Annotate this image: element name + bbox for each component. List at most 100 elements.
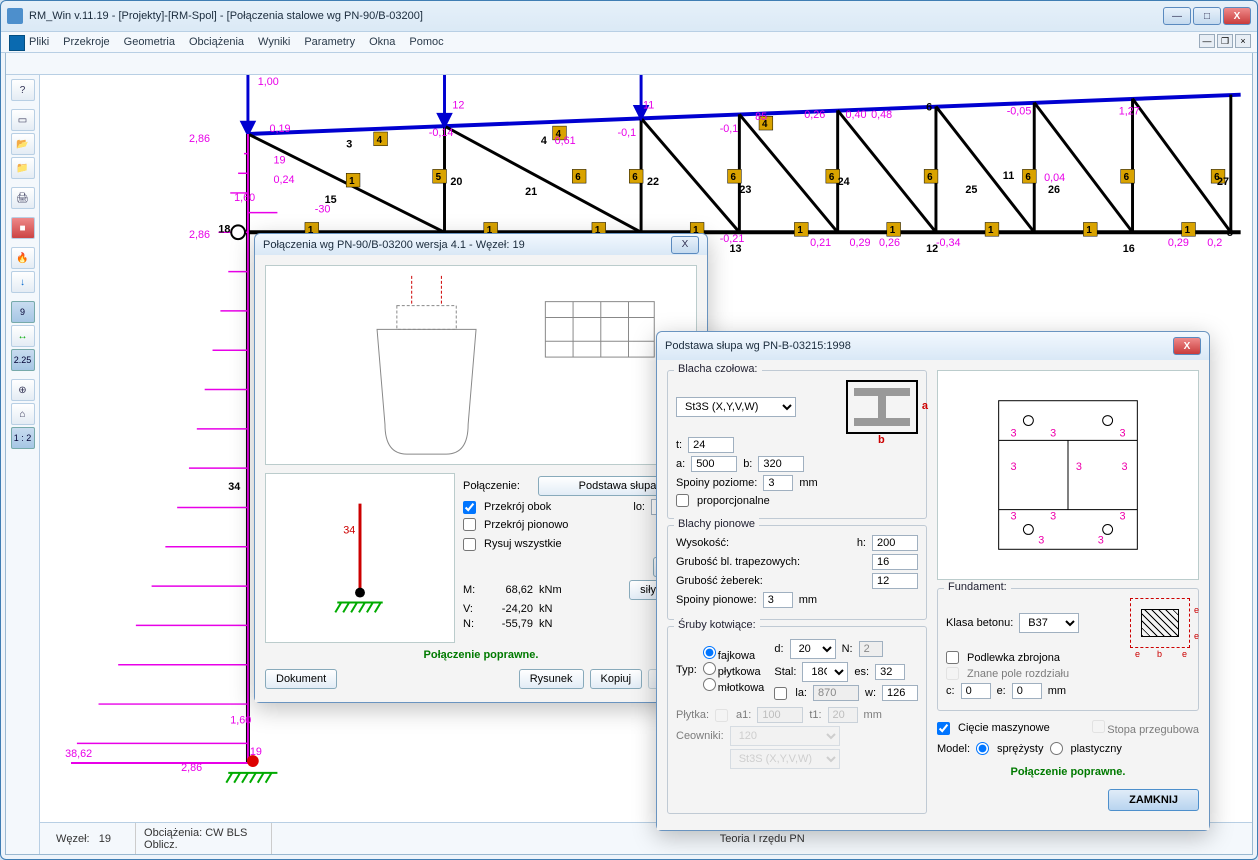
svg-text:6: 6 <box>1124 172 1130 183</box>
radio-mlotkowa[interactable] <box>703 678 716 691</box>
chk-rysuj-wszystkie[interactable] <box>463 538 476 551</box>
w-input[interactable] <box>882 685 918 701</box>
mdi-restore[interactable]: ❐ <box>1217 34 1233 48</box>
e-input[interactable] <box>1012 683 1042 699</box>
dlg1-close-icon[interactable]: X <box>671 236 699 254</box>
foundation-diagram: e e e b e <box>1130 598 1190 648</box>
obc-value: CW BLS <box>205 827 247 839</box>
menu-wyniki[interactable]: Wyniki <box>258 36 290 48</box>
dlg2-close-icon[interactable]: X <box>1173 337 1201 355</box>
menu-pliki[interactable]: Pliki <box>29 36 49 48</box>
svg-text:3: 3 <box>1050 427 1056 439</box>
d-select[interactable]: 20 <box>790 639 836 659</box>
menu-obciazenia[interactable]: Obciążenia <box>189 36 244 48</box>
svg-text:6: 6 <box>632 172 638 183</box>
svg-text:11: 11 <box>1003 170 1014 182</box>
help-icon[interactable]: ? <box>11 79 35 101</box>
menu-geometria[interactable]: Geometria <box>124 36 175 48</box>
steel-select[interactable]: St3S (X,Y,V,W) <box>676 397 796 417</box>
dlg1-title: Połączenia wg PN-90/B-03200 wersja 4.1 -… <box>263 239 525 251</box>
left-right-icon[interactable]: ↔ <box>11 325 35 347</box>
svg-text:0,26: 0,26 <box>804 109 825 121</box>
left-toolbar: ? ▭ 📂 📁 🖨 ■ 🔥 ↓ 9 ↔ 2.25 ⊕ ⌂ 1 : 2 <box>6 75 40 854</box>
down-icon[interactable]: ↓ <box>11 271 35 293</box>
svg-text:12: 12 <box>926 243 938 255</box>
h-input[interactable] <box>872 535 918 551</box>
svg-text:-0,14: -0,14 <box>429 127 454 139</box>
btn-dokument[interactable]: Dokument <box>265 669 337 689</box>
btn-zamknij[interactable]: ZAMKNIJ <box>1108 789 1199 811</box>
a-input[interactable] <box>691 456 737 472</box>
i-section-diagram: a b <box>846 380 918 434</box>
btn-rysunek[interactable]: Rysunek <box>519 669 584 689</box>
svg-text:22: 22 <box>647 176 659 188</box>
maximize-button[interactable]: □ <box>1193 7 1221 25</box>
print-icon[interactable]: 🖨 <box>11 187 35 209</box>
svg-text:19: 19 <box>250 746 262 758</box>
svg-text:1,60: 1,60 <box>234 192 255 204</box>
svg-text:6: 6 <box>1025 172 1031 183</box>
svg-text:0,29: 0,29 <box>849 237 870 249</box>
new-icon[interactable]: ▭ <box>11 109 35 131</box>
svg-text:11: 11 <box>643 99 654 111</box>
menu-parametry[interactable]: Parametry <box>304 36 355 48</box>
t-input[interactable] <box>688 437 734 453</box>
fire-icon[interactable]: 🔥 <box>11 247 35 269</box>
gr-trap-input[interactable] <box>872 554 918 570</box>
chk-proporcjonalne[interactable] <box>676 494 689 507</box>
menu-okna[interactable]: Okna <box>369 36 395 48</box>
svg-text:0,48: 0,48 <box>871 109 892 121</box>
stal-select[interactable]: 18G2 <box>802 662 848 682</box>
svg-text:0,04: 0,04 <box>1044 172 1065 184</box>
chk-plytka <box>715 709 728 722</box>
mdi-close[interactable]: × <box>1235 34 1251 48</box>
chk-ciecie[interactable] <box>937 722 950 735</box>
gr-zeb-input[interactable] <box>872 573 918 589</box>
svg-text:2,86: 2,86 <box>189 133 210 145</box>
svg-text:1: 1 <box>1185 225 1191 236</box>
svg-text:85: 85 <box>755 111 767 123</box>
svg-text:3: 3 <box>1121 461 1127 473</box>
value-9[interactable]: 9 <box>11 301 35 323</box>
es-input[interactable] <box>875 664 905 680</box>
ceo-steel-select: St3S (X,Y,V,W) <box>730 749 840 769</box>
home-icon[interactable]: ⌂ <box>11 403 35 425</box>
radio-fajkowa[interactable] <box>703 646 716 659</box>
svg-text:0,2: 0,2 <box>1207 237 1222 249</box>
chk-przekroj-obok[interactable] <box>463 501 476 514</box>
svg-text:6: 6 <box>927 172 933 183</box>
menu-pomoc[interactable]: Pomoc <box>409 36 443 48</box>
svg-text:3: 3 <box>1076 461 1082 473</box>
scale-12[interactable]: 1 : 2 <box>11 427 35 449</box>
svg-text:2,86: 2,86 <box>189 229 210 241</box>
open-icon[interactable]: 📂 <box>11 133 35 155</box>
mdi-app-icon[interactable] <box>9 35 25 51</box>
c-input[interactable] <box>961 683 991 699</box>
open2-icon[interactable]: 📁 <box>11 157 35 179</box>
svg-text:6: 6 <box>926 101 932 113</box>
klasa-select[interactable]: B37 <box>1019 613 1079 633</box>
svg-text:3: 3 <box>1098 534 1104 546</box>
svg-text:-0,34: -0,34 <box>936 237 961 249</box>
compass-icon[interactable]: ⊕ <box>11 379 35 401</box>
radio-sprezysty[interactable] <box>976 742 989 755</box>
btn-kopiuj[interactable]: Kopiuj <box>590 669 643 689</box>
dlg2-title: Podstawa słupa wg PN-B-03215:1998 <box>665 340 851 352</box>
value-225[interactable]: 2.25 <box>11 349 35 371</box>
close-button[interactable]: X <box>1223 7 1251 25</box>
menu-przekroje[interactable]: Przekroje <box>63 36 109 48</box>
save-icon[interactable]: ■ <box>11 217 35 239</box>
obc-label: Obciążenia: <box>144 827 202 839</box>
b-input[interactable] <box>758 456 804 472</box>
chk-podlewka[interactable] <box>946 651 959 664</box>
spoiny-poz-input[interactable] <box>763 475 793 491</box>
radio-plastyczny[interactable] <box>1050 742 1063 755</box>
teoria-label: Teoria I rzędu PN <box>720 833 805 845</box>
radio-plytkowa[interactable] <box>703 662 716 675</box>
svg-text:3: 3 <box>1120 427 1126 439</box>
mdi-minimize[interactable]: — <box>1199 34 1215 48</box>
spoiny-pion-input[interactable] <box>763 592 793 608</box>
minimize-button[interactable]: — <box>1163 7 1191 25</box>
chk-przekroj-pionowo[interactable] <box>463 518 476 531</box>
chk-la[interactable] <box>774 687 787 700</box>
